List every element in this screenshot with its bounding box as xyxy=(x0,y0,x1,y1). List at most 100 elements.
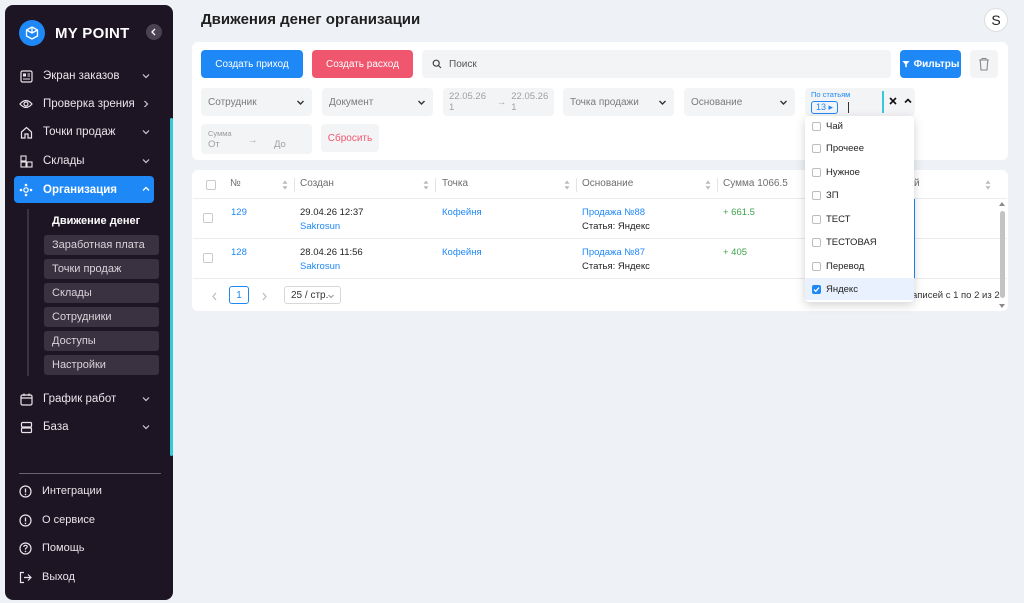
filters-button[interactable]: Фильтры xyxy=(900,50,961,78)
dropdown-option[interactable]: Нужное xyxy=(805,161,914,183)
reset-filters-button[interactable]: Сбросить xyxy=(321,124,379,152)
submenu-item-sale-points[interactable]: Точки продаж xyxy=(44,259,159,279)
date-range-picker[interactable]: 22.05.26 1 → 22.05.26 1 xyxy=(443,88,554,116)
submenu-item-salary[interactable]: Заработная плата xyxy=(44,235,159,255)
employee-select[interactable]: Сотрудник xyxy=(201,88,312,116)
column-header-created[interactable]: Создан xyxy=(300,178,334,192)
sidebar-item-logout[interactable]: Выход xyxy=(19,568,75,586)
row-point-link[interactable]: Кофейня xyxy=(442,207,482,218)
sidebar-item-warehouses[interactable]: Склады xyxy=(14,148,154,174)
chevron-down-icon xyxy=(780,100,787,105)
create-expense-button[interactable]: Создать расход xyxy=(312,50,413,78)
chevron-down-icon xyxy=(297,100,304,105)
brand-name: MY POINT xyxy=(55,24,130,42)
previous-page-button[interactable] xyxy=(209,287,219,305)
sale-point-select[interactable]: Точка продажи xyxy=(563,88,674,116)
sidebar-item-organization[interactable]: Организация xyxy=(14,176,154,203)
basis-select[interactable]: Основание xyxy=(684,88,795,116)
sidebar-item-label: Точки продаж xyxy=(43,126,116,138)
date-from: 22.05.26 1 xyxy=(449,91,486,113)
clear-icon[interactable] xyxy=(888,96,898,106)
column-header-point[interactable]: Точка xyxy=(442,178,468,192)
sum-range-arrow: → xyxy=(248,135,258,146)
trash-icon xyxy=(979,57,989,71)
dropdown-option[interactable]: ТЕСТОВАЯ xyxy=(805,231,914,253)
row-author-link[interactable]: Sakrosun xyxy=(300,261,340,272)
user-avatar[interactable]: S xyxy=(984,8,1008,32)
submenu-item-money-movements[interactable]: Движение денег xyxy=(44,211,159,231)
chevron-right-icon xyxy=(262,292,267,300)
dropdown-option[interactable]: ТЕСТ xyxy=(805,208,914,230)
page-button-current[interactable]: 1 xyxy=(229,286,249,304)
dropdown-option[interactable]: Перевод xyxy=(805,255,914,277)
row-number-link[interactable]: 128 xyxy=(231,247,247,258)
sale-point-select-value: Точка продажи xyxy=(570,96,639,108)
sort-icon[interactable] xyxy=(705,180,711,190)
column-header-basis[interactable]: Основание xyxy=(582,178,633,192)
sort-icon[interactable] xyxy=(282,180,288,190)
checkbox-icon xyxy=(812,143,821,153)
sidebar-divider xyxy=(19,473,161,474)
filters-button-label: Фильтры xyxy=(913,58,960,70)
next-page-button[interactable] xyxy=(259,287,269,305)
row-basis-link[interactable]: Продажа №87 xyxy=(582,247,645,258)
column-header-number[interactable]: № xyxy=(230,178,241,192)
dropdown-option[interactable]: Прочеее xyxy=(805,137,914,159)
row-sum: + 405 xyxy=(723,247,748,258)
sum-from-field[interactable]: От xyxy=(208,139,220,150)
search-input[interactable]: Поиск xyxy=(422,50,891,78)
column-header-sum[interactable]: Сумма 1066.5 xyxy=(723,178,788,192)
dropdown-option[interactable]: Чай xyxy=(805,115,914,137)
row-checkbox[interactable] xyxy=(203,213,213,223)
chevron-down-icon xyxy=(142,74,150,79)
scrollbar-thumb[interactable] xyxy=(1000,211,1005,298)
sidebar-item-work-schedule[interactable]: График работ xyxy=(14,386,154,412)
logo[interactable]: MY POINT xyxy=(19,20,130,46)
create-income-button[interactable]: Создать приход xyxy=(201,50,303,78)
help-circle-icon xyxy=(19,541,32,555)
sum-to-field[interactable]: До xyxy=(274,139,286,150)
chevron-down-icon xyxy=(142,425,150,430)
sidebar-item-help[interactable]: Помощь xyxy=(19,539,85,557)
sidebar-item-label: Склады xyxy=(43,155,85,167)
sort-icon[interactable] xyxy=(985,180,991,190)
chevron-down-icon xyxy=(659,100,666,105)
sidebar-item-sale-points[interactable]: Точки продаж xyxy=(14,119,154,145)
collapse-sidebar-button[interactable] xyxy=(146,24,162,40)
row-basis-link[interactable]: Продажа №88 xyxy=(582,207,645,218)
info-circle-icon xyxy=(19,513,32,527)
delete-button[interactable] xyxy=(970,50,998,78)
row-checkbox[interactable] xyxy=(203,253,213,263)
checkbox-icon xyxy=(812,237,821,247)
submenu-item-employees[interactable]: Сотрудники xyxy=(44,307,159,327)
sum-range-input[interactable]: Сумма От → До xyxy=(201,124,312,154)
chevron-down-icon xyxy=(142,159,150,164)
sidebar-item-integrations[interactable]: Интеграции xyxy=(19,482,102,500)
articles-count-tag[interactable]: 13 ▸ xyxy=(811,101,839,114)
sidebar-item-vision-check[interactable]: Проверка зрения xyxy=(14,91,154,117)
submenu-item-warehouses[interactable]: Склады xyxy=(44,283,159,303)
articles-multiselect[interactable]: По статьям 13 ▸ xyxy=(805,88,915,116)
submenu-guide-line xyxy=(27,209,29,376)
select-all-checkbox[interactable] xyxy=(206,180,216,190)
sort-icon[interactable] xyxy=(564,180,570,190)
submenu-item-access[interactable]: Доступы xyxy=(44,331,159,351)
sidebar-item-orders-screen[interactable]: Экран заказов xyxy=(14,63,154,89)
row-number-link[interactable]: 129 xyxy=(231,207,247,218)
row-author-link[interactable]: Sakrosun xyxy=(300,221,340,232)
page-size-select[interactable]: 25 / стр. xyxy=(284,286,341,304)
row-point-link[interactable]: Кофейня xyxy=(442,247,482,258)
eye-icon xyxy=(19,97,33,111)
submenu-item-settings[interactable]: Настройки xyxy=(44,355,159,375)
sidebar-item-label: Проверка зрения xyxy=(43,98,135,110)
info-circle-icon xyxy=(19,484,32,498)
sidebar-item-about[interactable]: О сервисе xyxy=(19,511,95,529)
sidebar-item-database[interactable]: База xyxy=(14,414,154,440)
document-select[interactable]: Документ xyxy=(322,88,433,116)
dropdown-option[interactable]: ЗП xyxy=(805,184,914,206)
sort-icon[interactable] xyxy=(423,180,429,190)
chevron-up-icon[interactable] xyxy=(903,96,913,106)
dropdown-option-selected[interactable]: Яндекс xyxy=(805,278,914,300)
column-header-truncated[interactable]: й xyxy=(914,178,920,192)
checked-checkbox-icon xyxy=(812,284,821,294)
